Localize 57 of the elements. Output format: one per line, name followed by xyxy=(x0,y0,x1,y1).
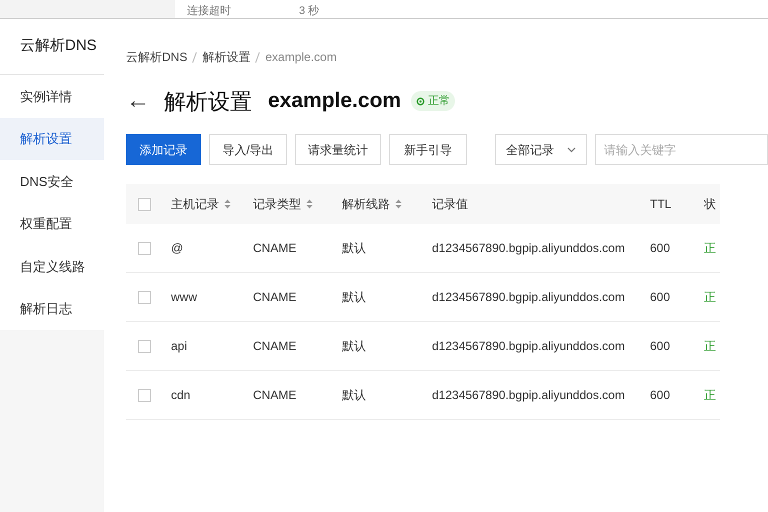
status-text: 正 xyxy=(704,339,716,353)
table-cell: CNAME xyxy=(253,339,296,353)
table-cell: 600 xyxy=(650,241,670,255)
page-title: 解析设置 xyxy=(164,88,252,116)
setting-label: 连接超时 xyxy=(187,6,232,17)
column-header: 状 xyxy=(704,196,716,213)
domain-name: example.com xyxy=(268,88,402,114)
status-icon xyxy=(416,96,426,106)
sidebar-item[interactable]: 解析设置 xyxy=(0,118,104,160)
table-cell: d1234567890.bgpip.aliyunddos.com xyxy=(432,388,625,402)
sort-icon[interactable] xyxy=(395,199,402,209)
status-text: 正常 xyxy=(428,94,450,109)
table-cell: 600 xyxy=(650,388,670,402)
table-cell: d1234567890.bgpip.aliyunddos.com xyxy=(432,290,625,304)
table-cell: 600 xyxy=(650,339,670,353)
back-arrow[interactable]: ← xyxy=(126,83,150,119)
table-cell: @ xyxy=(171,241,184,255)
breadcrumb-link[interactable]: 云解析DNS xyxy=(126,48,188,66)
status-text: 正 xyxy=(704,241,716,255)
table-cell: CNAME xyxy=(253,241,296,255)
breadcrumb-link[interactable]: 解析设置 xyxy=(202,48,250,66)
table-cell: d1234567890.bgpip.aliyunddos.com xyxy=(432,339,625,353)
sort-icon[interactable] xyxy=(224,199,231,209)
table-cell: 默认 xyxy=(342,290,366,304)
table-cell: 默认 xyxy=(342,339,366,353)
table-cell: cdn xyxy=(171,388,190,402)
column-header[interactable]: 记录类型 xyxy=(253,195,313,213)
checkbox[interactable] xyxy=(138,340,151,352)
column-header: TTL xyxy=(650,196,672,213)
table-cell: 600 xyxy=(650,290,670,304)
toolbar-button[interactable]: 请求量统计 xyxy=(295,134,381,165)
sidebar-title: 云解析DNS xyxy=(0,19,104,75)
column-header: 记录值 xyxy=(432,196,468,213)
checkbox[interactable] xyxy=(138,198,151,210)
sort-icon[interactable] xyxy=(306,199,313,209)
toolbar-button[interactable]: 添加记录 xyxy=(126,134,201,165)
column-header[interactable]: 主机记录 xyxy=(171,195,231,213)
search-field[interactable]: 请输入关键字 xyxy=(595,134,768,165)
chevron-down-icon xyxy=(567,146,576,152)
table-cell: CNAME xyxy=(253,388,296,402)
setting-value: 3 秒 xyxy=(299,6,320,17)
table-cell: 默认 xyxy=(342,388,366,402)
status-text: 正 xyxy=(704,388,716,402)
status-text: 正 xyxy=(704,290,716,304)
table-cell: CNAME xyxy=(253,290,296,304)
toolbar-button[interactable]: 新手引导 xyxy=(389,134,467,165)
toolbar-button[interactable]: 导入/导出 xyxy=(209,134,287,165)
table-cell: www xyxy=(171,290,197,304)
checkbox[interactable] xyxy=(138,290,151,304)
checkbox[interactable] xyxy=(138,388,151,402)
breadcrumb-current: example.com xyxy=(265,49,337,66)
table-cell: api xyxy=(171,339,188,353)
checkbox[interactable] xyxy=(138,242,151,254)
table-cell: d1234567890.bgpip.aliyunddos.com xyxy=(432,241,625,255)
column-header[interactable]: 解析线路 xyxy=(342,195,402,213)
filter-dropdown[interactable]: 全部记录 xyxy=(495,134,587,165)
table-cell: 默认 xyxy=(342,241,366,255)
